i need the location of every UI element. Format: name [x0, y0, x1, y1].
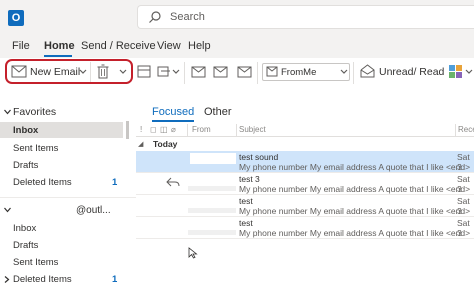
- scrollbar[interactable]: [126, 121, 129, 139]
- message-date: Sat 3: [457, 174, 470, 194]
- table-row[interactable]: test sound My phone number My email addr…: [136, 151, 474, 173]
- nav-divider: [0, 197, 136, 198]
- group-header-today[interactable]: Today: [153, 139, 177, 149]
- tab-file[interactable]: File: [12, 40, 30, 52]
- sender-redacted: [190, 153, 236, 164]
- chevron-down-icon[interactable]: [465, 69, 473, 75]
- sender-redacted: [188, 230, 236, 235]
- message-date: Sat 3: [457, 196, 470, 216]
- column-separator: [187, 124, 188, 136]
- unread-count-badge: 1: [112, 274, 118, 285]
- sidebar-item-deleted[interactable]: Deleted Items: [13, 274, 72, 285]
- sender-redacted: [188, 208, 236, 213]
- sidebar-item-drafts[interactable]: Drafts: [13, 240, 38, 251]
- subject-column-header[interactable]: Subject: [239, 125, 266, 134]
- group-collapse-icon[interactable]: ◢: [138, 140, 143, 148]
- outlook-logo-icon: O: [8, 10, 24, 26]
- sidebar-item-sent[interactable]: Sent Items: [13, 257, 58, 268]
- sidebar-item-drafts[interactable]: Drafts: [13, 160, 38, 171]
- expand-chevron-icon[interactable]: [4, 276, 10, 283]
- collapse-chevron-icon[interactable]: [4, 109, 11, 115]
- reminder-column-icon[interactable]: ◻: [150, 125, 157, 134]
- message-preview: My phone number My email address A quote…: [239, 228, 471, 238]
- open-envelope-icon: [360, 64, 375, 78]
- column-separator: [455, 124, 456, 136]
- favorites-header[interactable]: Favorites: [13, 106, 56, 118]
- from-column-header[interactable]: From: [192, 125, 211, 134]
- message-preview: My phone number My email address A quote…: [239, 206, 471, 216]
- message-subject: test: [239, 218, 253, 228]
- highlight-outline: [5, 59, 133, 84]
- attachment-column-icon[interactable]: ⌀: [171, 125, 176, 134]
- tab-help[interactable]: Help: [188, 40, 211, 52]
- tab-view[interactable]: View: [157, 40, 181, 52]
- chevron-down-icon[interactable]: [340, 69, 348, 75]
- tab-send-receive[interactable]: Send / Receive: [81, 40, 156, 52]
- message-subject: test 3: [239, 174, 260, 184]
- ribbon-separator: [353, 62, 354, 84]
- importance-column-icon[interactable]: !: [140, 125, 142, 134]
- chevron-down-icon[interactable]: [172, 69, 180, 75]
- quick-step-fromme[interactable]: FromMe: [281, 67, 316, 78]
- reply-all-email-icon[interactable]: [213, 65, 228, 78]
- tab-focused[interactable]: Focused: [152, 106, 194, 118]
- unread-read-button[interactable]: Unread/ Read: [379, 66, 444, 78]
- message-subject: test sound: [239, 152, 279, 162]
- reply-email-icon[interactable]: [191, 65, 206, 78]
- account-header[interactable]: @outl...: [76, 205, 111, 216]
- sidebar-item-deleted[interactable]: Deleted Items: [13, 177, 72, 188]
- message-preview: My phone number My email address A quote…: [239, 162, 471, 172]
- forward-email-icon[interactable]: [237, 65, 252, 78]
- table-row[interactable]: test 3 My phone number My email address …: [136, 173, 474, 195]
- active-tab-indicator: [152, 120, 194, 122]
- sidebar-item-inbox[interactable]: Inbox: [13, 125, 38, 136]
- quick-step-icon: [266, 66, 278, 77]
- unread-count-badge: 1: [112, 177, 118, 188]
- icon-column-icon[interactable]: ◫: [160, 125, 168, 134]
- message-subject: test: [239, 196, 253, 206]
- sidebar-item-sent[interactable]: Sent Items: [13, 143, 58, 154]
- mouse-cursor-icon: [188, 247, 198, 259]
- table-row[interactable]: test My phone number My email address A …: [136, 217, 474, 239]
- ribbon-separator: [257, 62, 258, 84]
- search-icon: [149, 11, 161, 23]
- tab-home[interactable]: Home: [44, 40, 75, 52]
- move-icon[interactable]: [157, 65, 171, 78]
- message-date: Sat 3: [457, 152, 470, 172]
- sidebar-item-inbox[interactable]: Inbox: [13, 223, 36, 234]
- sender-redacted: [188, 186, 236, 191]
- column-separator: [236, 124, 237, 136]
- ribbon-separator: [184, 62, 185, 84]
- replied-icon: [166, 177, 180, 187]
- received-column-header[interactable]: Rece: [458, 125, 474, 134]
- archive-icon[interactable]: [137, 65, 151, 78]
- tab-other[interactable]: Other: [204, 106, 232, 118]
- categorize-icon[interactable]: [448, 64, 464, 79]
- message-date: Sat 3: [457, 218, 470, 238]
- table-row[interactable]: test My phone number My email address A …: [136, 195, 474, 217]
- active-tab-indicator: [44, 55, 72, 57]
- message-preview: My phone number My email address A quote…: [239, 184, 471, 194]
- search-input[interactable]: Search: [170, 11, 205, 23]
- collapse-chevron-icon[interactable]: [4, 207, 11, 213]
